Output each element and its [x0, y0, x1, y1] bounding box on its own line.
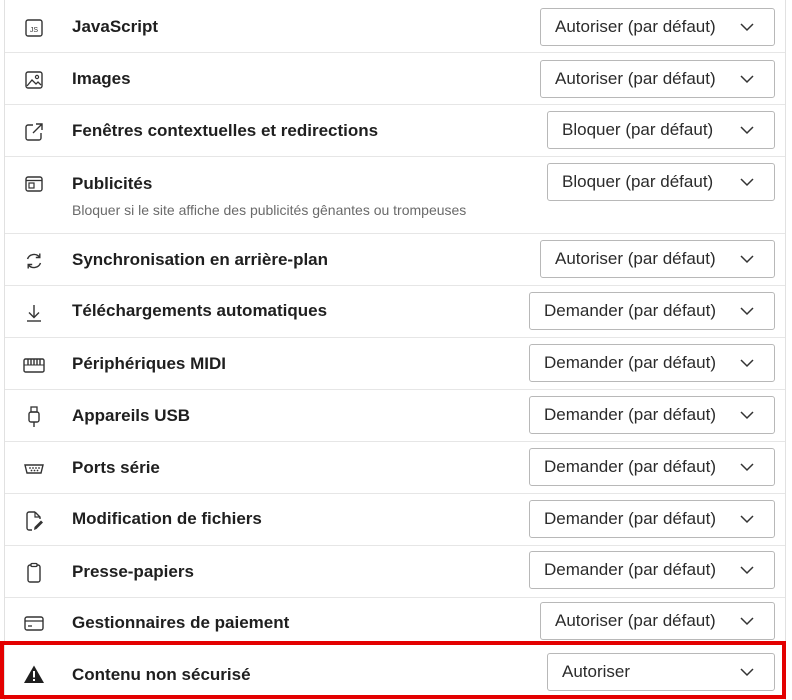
select-value: Demander (par défaut) [544, 509, 716, 528]
select-value: Demander (par défaut) [544, 405, 716, 424]
permission-label: Presse-papiers [72, 562, 194, 581]
midi-keyboard-icon [23, 354, 45, 376]
file-edit-icon [23, 510, 45, 532]
clipboard-permission-select[interactable]: Demander (par défaut) [529, 551, 775, 589]
chevron-down-icon [740, 75, 754, 84]
site-permissions-panel: JS JavaScript Autoriser (par défaut) Ima… [4, 0, 786, 700]
javascript-permission-select[interactable]: Autoriser (par défaut) [540, 8, 775, 46]
permission-sublabel: Bloquer si le site affiche des publicité… [72, 202, 467, 218]
permission-row-automatic-downloads: Téléchargements automatiques Demander (p… [5, 286, 785, 338]
permission-label: Synchronisation en arrière-plan [72, 250, 329, 269]
chevron-down-icon [740, 255, 754, 264]
select-value: Autoriser (par défaut) [555, 249, 716, 268]
serial-port-icon [23, 458, 45, 480]
usb-devices-permission-select[interactable]: Demander (par défaut) [529, 396, 775, 434]
file-editing-permission-select[interactable]: Demander (par défaut) [529, 500, 775, 538]
chevron-down-icon [740, 178, 754, 187]
ads-icon [23, 173, 45, 195]
permission-label: Téléchargements automatiques [72, 301, 328, 320]
permission-label: Modification de fichiers [72, 509, 262, 528]
clipboard-icon [23, 562, 45, 584]
chevron-down-icon [740, 463, 754, 472]
permission-row-payment-handlers: Gestionnaires de paiement Autoriser (par… [5, 598, 785, 641]
warning-icon [23, 663, 45, 685]
select-value: Demander (par défaut) [544, 353, 716, 372]
chevron-down-icon [740, 515, 754, 524]
permission-row-midi-devices: Périphériques MIDI Demander (par défaut) [5, 338, 785, 390]
permission-row-serial-ports: Ports série Demander (par défaut) [5, 442, 785, 494]
permission-label: Images [72, 69, 131, 88]
popups-permission-select[interactable]: Bloquer (par défaut) [547, 111, 775, 149]
background-sync-permission-select[interactable]: Autoriser (par défaut) [540, 240, 775, 278]
permission-row-file-editing: Modification de fichiers Demander (par d… [5, 494, 785, 546]
usb-icon [23, 406, 45, 428]
download-icon [23, 302, 45, 324]
chevron-down-icon [740, 23, 754, 32]
permission-label: Publicités [72, 174, 153, 193]
permission-label: Ports série [72, 458, 160, 477]
permission-label: Périphériques MIDI [72, 354, 226, 373]
chevron-down-icon [740, 617, 754, 626]
payment-handlers-permission-select[interactable]: Autoriser (par défaut) [540, 602, 775, 640]
permission-label: Fenêtres contextuelles et redirections [72, 121, 379, 140]
select-value: Demander (par défaut) [544, 457, 716, 476]
permission-row-popups: Fenêtres contextuelles et redirections B… [5, 105, 785, 157]
images-permission-select[interactable]: Autoriser (par défaut) [540, 60, 775, 98]
permission-row-clipboard: Presse-papiers Demander (par défaut) [5, 546, 785, 598]
permission-label: Gestionnaires de paiement [72, 613, 290, 632]
payment-card-icon [23, 612, 45, 634]
popup-redirect-icon [23, 121, 45, 143]
chevron-down-icon [740, 126, 754, 135]
automatic-downloads-permission-select[interactable]: Demander (par défaut) [529, 292, 775, 330]
permission-label: Contenu non sécurisé [72, 665, 251, 684]
permission-row-background-sync: Synchronisation en arrière-plan Autorise… [5, 234, 785, 286]
chevron-down-icon [740, 307, 754, 316]
chevron-down-icon [740, 566, 754, 575]
permission-row-javascript: JS JavaScript Autoriser (par défaut) [5, 0, 785, 53]
permission-row-insecure-content: Contenu non sécurisé Autoriser [5, 645, 785, 700]
select-value: Autoriser (par défaut) [555, 611, 716, 630]
select-value: Demander (par défaut) [544, 301, 716, 320]
select-value: Autoriser (par défaut) [555, 69, 716, 88]
chevron-down-icon [740, 411, 754, 420]
select-value: Bloquer (par défaut) [562, 120, 714, 139]
image-icon [23, 69, 45, 91]
javascript-icon: JS [23, 17, 45, 39]
permission-label: Appareils USB [72, 406, 191, 425]
select-value: Autoriser [562, 662, 631, 681]
permission-row-images: Images Autoriser (par défaut) [5, 53, 785, 105]
select-value: Demander (par défaut) [544, 560, 716, 579]
chevron-down-icon [740, 668, 754, 677]
ads-permission-select[interactable]: Bloquer (par défaut) [547, 163, 775, 201]
select-value: Bloquer (par défaut) [562, 172, 714, 191]
permission-row-ads: Publicités Bloquer si le site affiche de… [5, 157, 785, 234]
serial-ports-permission-select[interactable]: Demander (par défaut) [529, 448, 775, 486]
insecure-content-permission-select[interactable]: Autoriser [547, 653, 775, 691]
svg-text:JS: JS [30, 27, 39, 34]
permission-row-usb-devices: Appareils USB Demander (par défaut) [5, 390, 785, 442]
chevron-down-icon [740, 359, 754, 368]
select-value: Autoriser (par défaut) [555, 17, 716, 36]
permission-label: JavaScript [72, 17, 158, 36]
midi-devices-permission-select[interactable]: Demander (par défaut) [529, 344, 775, 382]
sync-icon [23, 250, 45, 272]
